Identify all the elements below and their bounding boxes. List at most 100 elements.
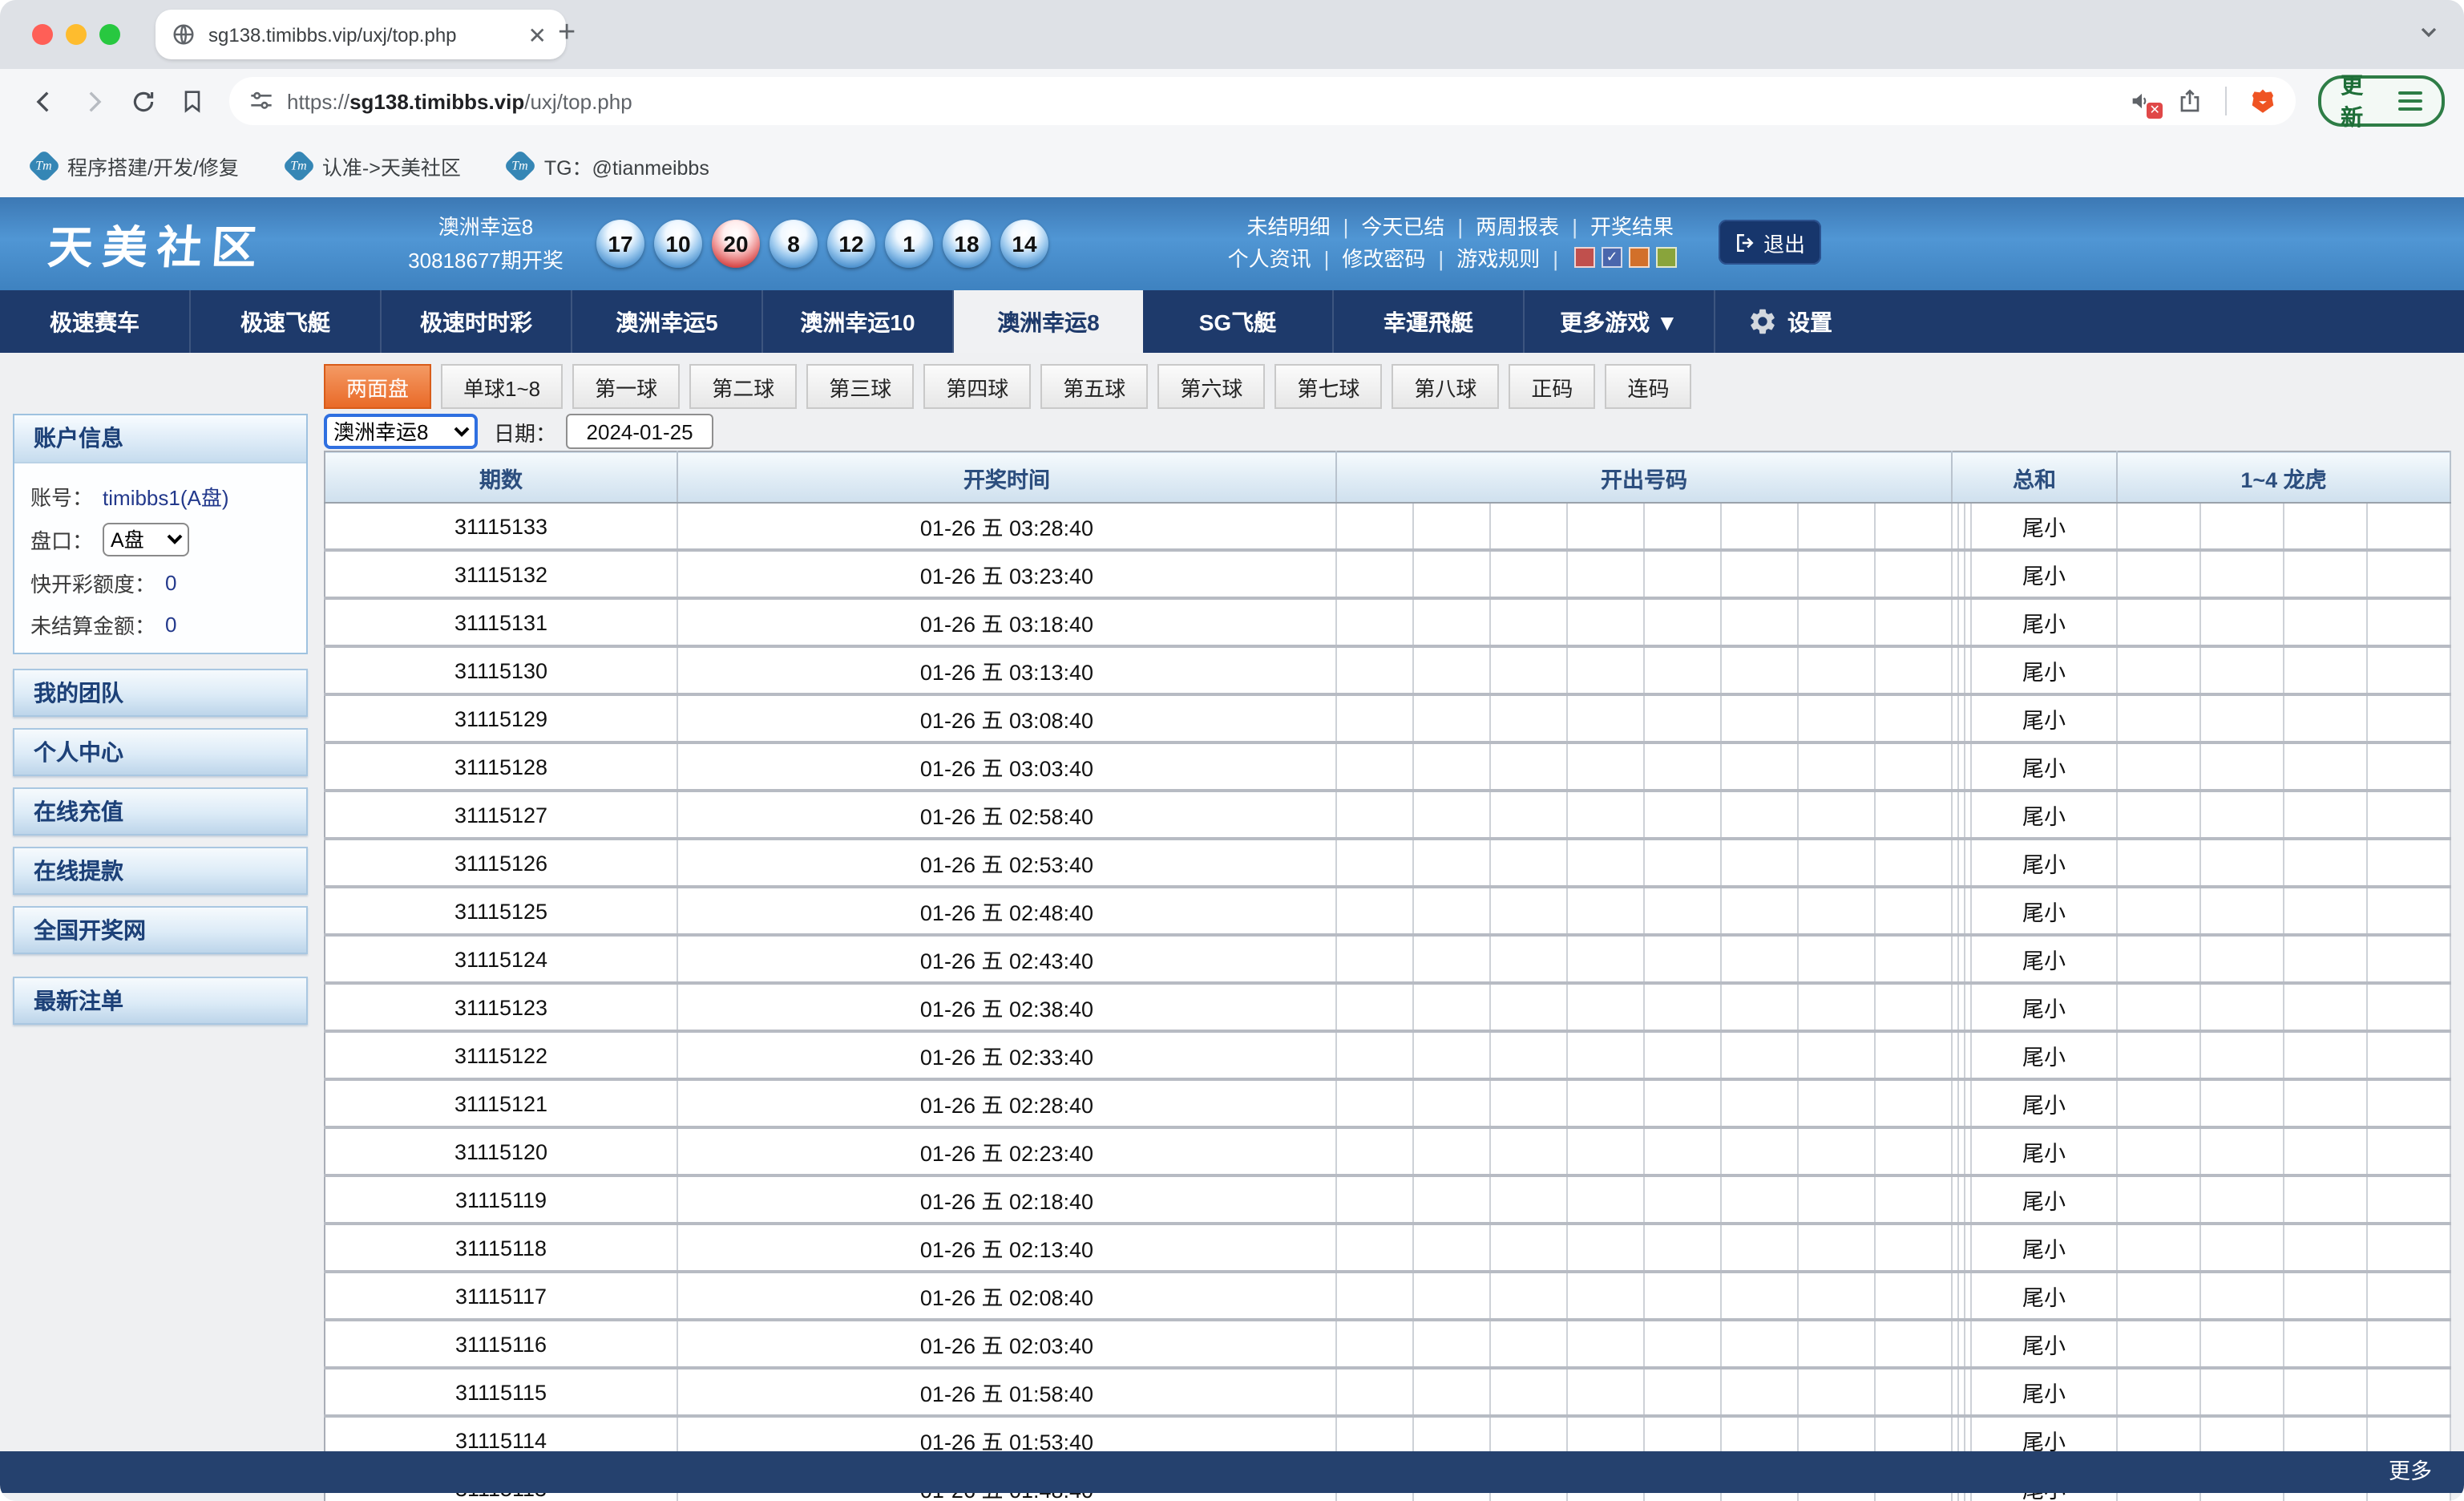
header-link[interactable]: 开奖结果 xyxy=(1590,215,1674,239)
url-bar[interactable]: https://sg138.timibbs.vip/uxj/top.php ✕ xyxy=(229,77,2296,125)
status-square[interactable]: ✓ xyxy=(1602,247,1622,268)
number-cell xyxy=(1798,935,1875,983)
nav-tab-1[interactable]: 极速飞艇 xyxy=(191,290,382,353)
longhu-cell xyxy=(2200,1272,2284,1320)
nav-tab-0[interactable]: 极速赛车 xyxy=(0,290,191,353)
nav-tab-7[interactable]: 幸運飛艇 xyxy=(1334,290,1525,353)
update-button[interactable]: 更新 xyxy=(2318,75,2445,127)
header-link[interactable]: 今天已结 xyxy=(1361,215,1444,239)
number-cell xyxy=(1721,839,1798,887)
longhu-cell xyxy=(2200,742,2284,791)
number-cell xyxy=(1490,550,1567,598)
sidebar: 账户信息 账号： timibbs1(A盘) 盘口： A盘 xyxy=(13,414,308,1036)
mute-icon[interactable]: ✕ xyxy=(2129,88,2155,114)
number-cell xyxy=(1644,550,1721,598)
minimize-window-button[interactable] xyxy=(66,24,87,45)
tune-icon[interactable] xyxy=(248,88,274,114)
number-cell xyxy=(1721,646,1798,694)
tab-search-chevron-icon[interactable] xyxy=(2416,19,2442,45)
narrow-cell xyxy=(1952,598,1958,646)
sidebar-item-4[interactable]: 全国开奖网 xyxy=(13,906,308,954)
status-square[interactable] xyxy=(1656,247,1677,268)
nav-tab-8[interactable]: 更多游戏 ▼ xyxy=(1525,290,1715,353)
lottery-balls: 17102081211814 xyxy=(596,220,1048,268)
number-cell xyxy=(1644,887,1721,935)
more-link[interactable]: 更多 xyxy=(2389,1459,2432,1483)
settings-button[interactable]: 设置 xyxy=(1715,290,1864,353)
brave-shields-icon[interactable] xyxy=(2249,87,2276,115)
subnav-3[interactable]: 第二球 xyxy=(689,364,797,409)
number-cell xyxy=(1721,550,1798,598)
longhu-cell xyxy=(2284,935,2367,983)
table-row: 3111511501-26 五 01:58:40尾小 xyxy=(325,1368,2450,1416)
back-button[interactable] xyxy=(30,87,58,115)
longhu-cell xyxy=(2284,598,2367,646)
bookmark-icon[interactable] xyxy=(180,88,205,114)
subnav-9[interactable]: 第八球 xyxy=(1392,364,1499,409)
bookmark-item[interactable]: Tm程序搭建/开发/修复 xyxy=(32,150,239,180)
status-square[interactable] xyxy=(1629,247,1650,268)
header-link[interactable]: 游戏规则 xyxy=(1456,247,1540,271)
sum-cell: 尾小 xyxy=(1971,598,2117,646)
header-link[interactable]: 修改密码 xyxy=(1342,247,1425,271)
sum-cell: 尾小 xyxy=(1971,503,2117,550)
reload-button[interactable] xyxy=(130,87,157,115)
share-icon[interactable] xyxy=(2177,88,2203,114)
sidebar-item-3[interactable]: 在线提款 xyxy=(13,847,308,895)
status-square[interactable] xyxy=(1574,247,1595,268)
sidebar-item-2[interactable]: 在线充值 xyxy=(13,787,308,835)
logout-button[interactable]: 退出 xyxy=(1719,220,1821,265)
tab-close-icon[interactable]: ✕ xyxy=(525,23,550,46)
nav-tab-3[interactable]: 澳洲幸运5 xyxy=(572,290,763,353)
maximize-window-button[interactable] xyxy=(99,24,120,45)
subnav-1[interactable]: 单球1~8 xyxy=(441,364,563,409)
menu-icon[interactable] xyxy=(2398,91,2422,111)
longhu-cell xyxy=(2367,1031,2450,1079)
longhu-cell xyxy=(2200,1127,2284,1175)
issue-cell: 31115118 xyxy=(325,1224,677,1272)
bookmark-item[interactable]: Tm认准->天美社区 xyxy=(287,150,461,180)
forward-button[interactable] xyxy=(80,87,107,115)
header-link[interactable]: 未结明细 xyxy=(1247,215,1331,239)
nav-tab-2[interactable]: 极速时时彩 xyxy=(382,290,572,353)
sidebar-item-1[interactable]: 个人中心 xyxy=(13,728,308,776)
header-link[interactable]: 个人资讯 xyxy=(1228,247,1311,271)
subnav-7[interactable]: 第六球 xyxy=(1157,364,1265,409)
subnav-2[interactable]: 第一球 xyxy=(572,364,680,409)
longhu-cell xyxy=(2367,1127,2450,1175)
number-cell xyxy=(1413,1079,1490,1127)
time-cell: 01-26 五 02:08:40 xyxy=(677,1272,1336,1320)
number-cell xyxy=(1644,1224,1721,1272)
longhu-cell xyxy=(2117,1224,2200,1272)
browser-tab[interactable]: sg138.timibbs.vip/uxj/top.php ✕ xyxy=(156,10,566,59)
longhu-cell xyxy=(2117,1272,2200,1320)
header-link[interactable]: 两周报表 xyxy=(1476,215,1559,239)
nav-tab-6[interactable]: SG飞艇 xyxy=(1143,290,1334,353)
sidebar-item-5[interactable]: 最新注单 xyxy=(13,977,308,1025)
subnav-10[interactable]: 正码 xyxy=(1509,364,1595,409)
sidebar-item-0[interactable]: 我的团队 xyxy=(13,669,308,717)
number-cell xyxy=(1413,1272,1490,1320)
number-cell xyxy=(1413,1224,1490,1272)
number-cell xyxy=(1490,1127,1567,1175)
subnav-11[interactable]: 连码 xyxy=(1605,364,1691,409)
sum-cell: 尾小 xyxy=(1971,887,2117,935)
longhu-cell xyxy=(2284,1127,2367,1175)
new-tab-button[interactable]: + xyxy=(558,16,576,51)
nav-tab-5[interactable]: 澳洲幸运8 xyxy=(954,290,1143,353)
subnav-5[interactable]: 第四球 xyxy=(923,364,1031,409)
close-window-button[interactable] xyxy=(32,24,53,45)
subnav-8[interactable]: 第七球 xyxy=(1274,364,1382,409)
number-cell xyxy=(1644,935,1721,983)
number-cell xyxy=(1798,1127,1875,1175)
number-cell xyxy=(1567,1320,1644,1368)
nav-tab-4[interactable]: 澳洲幸运10 xyxy=(763,290,954,353)
subnav-4[interactable]: 第三球 xyxy=(806,364,914,409)
date-input[interactable] xyxy=(566,414,713,449)
subnav-0[interactable]: 两面盘 xyxy=(324,364,431,409)
bookmark-item[interactable]: TmTG：@tianmeibbs xyxy=(509,150,709,180)
market-select[interactable]: A盘 xyxy=(103,523,189,556)
subnav-6[interactable]: 第五球 xyxy=(1040,364,1148,409)
game-select[interactable]: 澳洲幸运8 xyxy=(324,414,478,449)
narrow-cell xyxy=(1958,1272,1965,1320)
